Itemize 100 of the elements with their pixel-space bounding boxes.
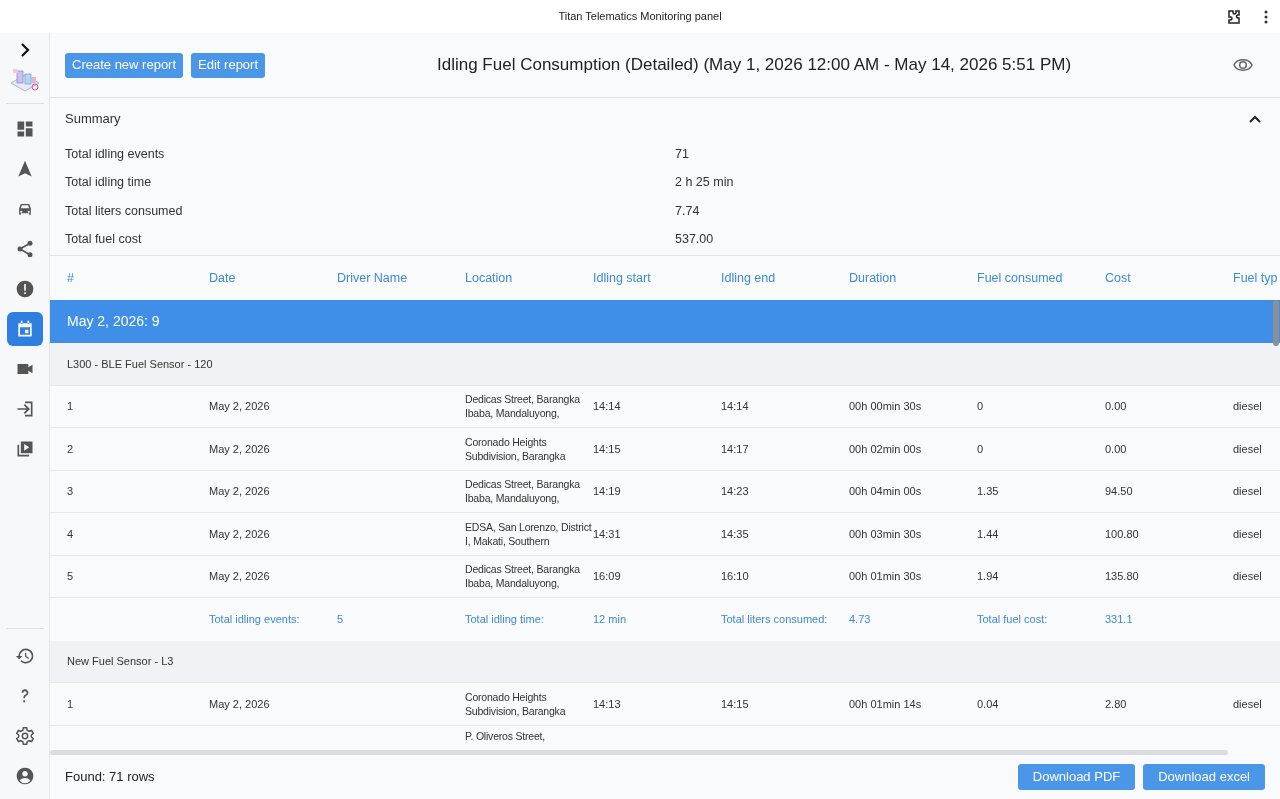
table-cell-text: 14:14 [593,399,622,414]
summary-value: 71 [675,145,689,163]
row-count: Found: 71 rows [65,768,155,787]
table-cell-text: May 2, 2026 [209,696,271,712]
alert-icon [14,279,35,299]
table-cell-text: 16:10 [721,569,750,584]
edit-report-button[interactable]: Edit report [191,52,266,78]
table-cell-text: 1 [67,399,75,414]
table-cell-text: diesel [1233,441,1263,457]
vertical-scrollbar[interactable] [1273,300,1279,346]
table-cell-text: 00h 01min 14s [849,696,923,712]
total-label: Total idling time: [465,612,545,627]
download-excel-button[interactable]: Download excel [1143,764,1265,790]
table-cell: EDSA, San Lorenzo, District I, Makati, Southern [465,519,593,548]
total-label: Total idling events: [209,612,301,627]
history-icon [14,646,35,666]
summary-label: Total liters consumed [65,202,184,220]
table-cell-text: 14:23 [721,484,750,499]
table-cell-text: diesel [1233,484,1263,499]
chevron-up-icon[interactable] [1249,115,1261,123]
eye-icon[interactable] [1233,58,1253,72]
column-header[interactable]: Cost [1105,268,1233,288]
table-cell-text: Dedicas Street, Barangka Ibaba, Mandaluyong, [465,477,581,506]
table-cell-text: 14:17 [721,441,750,457]
summary-label: Total idling time [65,174,153,192]
table-cell-text: 14:35 [721,526,750,542]
total-value: 4.73 [849,612,872,627]
download-pdf-button[interactable]: Download PDF [1017,764,1136,790]
table-cell-text: 0 [977,399,985,414]
total-label: Total fuel cost: [977,612,1049,627]
column-header[interactable]: Fuel consumed [977,268,1105,288]
table-cell-text: 1.94 [977,569,1000,584]
summary-value: 537.00 [675,231,714,249]
table-cell-text: 1.44 [977,526,1000,542]
create-report-button[interactable]: Create new report [65,52,184,78]
table-cell-text: 00h 02min 00s [849,441,923,457]
group-header: May 2, 2026: 9 [67,312,160,331]
total-value: 12 min [593,612,628,627]
chevron-right-icon[interactable] [18,43,31,57]
column-header[interactable]: # [67,268,209,288]
table-cell-text: Coronado Heights Subdivision, Barangka [465,689,567,718]
total-value: 331.1 [1105,612,1134,627]
window-title: Titan Telematics Monitoring panel [558,9,722,25]
summary-title: Summary [65,110,121,129]
table-cell-text: 14:13 [593,696,622,712]
subgroup-header: L300 - BLE Fuel Sensor - 120 [67,356,213,372]
table-cell-text: 0.00 [1105,441,1128,457]
table-cell-text: diesel [1233,399,1263,414]
table-cell-text: 0.00 [1105,399,1128,414]
table-cell-text: 00h 03min 30s [849,526,923,542]
table-cell-text: 14:15 [593,441,622,457]
table-cell-text: May 2, 2026 [209,441,271,457]
table-cell-text: 0.04 [977,696,1000,712]
column-header[interactable]: Idling start [593,268,721,288]
table-cell-text: 94.50 [1105,484,1134,499]
settings-icon [14,726,35,746]
table-cell-text: 2 [67,441,75,457]
table-cell-text: diesel [1233,526,1263,542]
table-cell-text: 2.80 [1105,696,1128,712]
column-header[interactable]: Location [465,268,593,288]
column-header[interactable]: Fuel typ [1233,268,1280,288]
report-title: Idling Fuel Consumption (Detailed) (May 1, 2026 12:00 AM - May 14, 2026 5:51 PM) [436,54,1073,77]
table-cell-text: 14:14 [721,399,750,414]
horizontal-scrollbar[interactable] [50,750,1228,755]
total-label: Total liters consumed: [721,612,829,627]
table-cell-text: 16:09 [593,569,622,584]
table-cell-text: 1 [67,696,75,712]
summary-value: 7.74 [675,202,700,220]
table-cell-text: diesel [1233,569,1263,584]
table-cell-text: May 2, 2026 [209,569,271,584]
summary-label: Total idling events [65,145,166,163]
summary-value: 2 h 25 min [675,174,734,192]
column-header[interactable]: Date [209,268,337,288]
summary-label: Total fuel cost [65,231,143,249]
more-icon[interactable] [1264,9,1268,24]
column-header[interactable]: Duration [849,268,977,288]
table-cell-text: 14:15 [721,696,750,712]
table-cell-text: 3 [67,484,75,499]
table-cell-text: 14:19 [593,484,622,499]
table-cell-text: 00h 00min 30s [849,399,923,414]
table-cell-text: 00h 01min 30s [849,569,923,584]
table-cell-text: diesel [1233,696,1263,712]
table-cell-text: May 2, 2026 [209,399,271,414]
table-cell-text: 4 [67,526,75,542]
table-cell-text: 135.80 [1105,569,1140,584]
column-header[interactable]: Idling end [721,268,849,288]
table-cell-text: 14:31 [593,526,622,542]
puzzle-icon[interactable] [1226,8,1242,25]
table-cell-text: Dedicas Street, Barangka Ibaba, Mandaluyong, [465,392,581,421]
table-cell-text: May 2, 2026 [209,526,271,542]
table-cell-text: Dedicas Street, Barangka Ibaba, Mandaluyong, [465,562,581,591]
table-cell-text: 00h 04min 00s [849,484,923,499]
table-cell-text: P. Oliveros Street, [465,728,547,743]
table-cell-text: 1.35 [977,484,1000,499]
account-icon [14,766,35,786]
table-cell-text: Coronado Heights Subdivision, Barangka [465,434,567,463]
total-value: 5 [337,612,345,627]
subgroup-header: New Fuel Sensor - L3 [67,654,174,669]
sidebar-item[interactable] [6,312,43,346]
column-header[interactable]: Driver Name [337,268,465,288]
